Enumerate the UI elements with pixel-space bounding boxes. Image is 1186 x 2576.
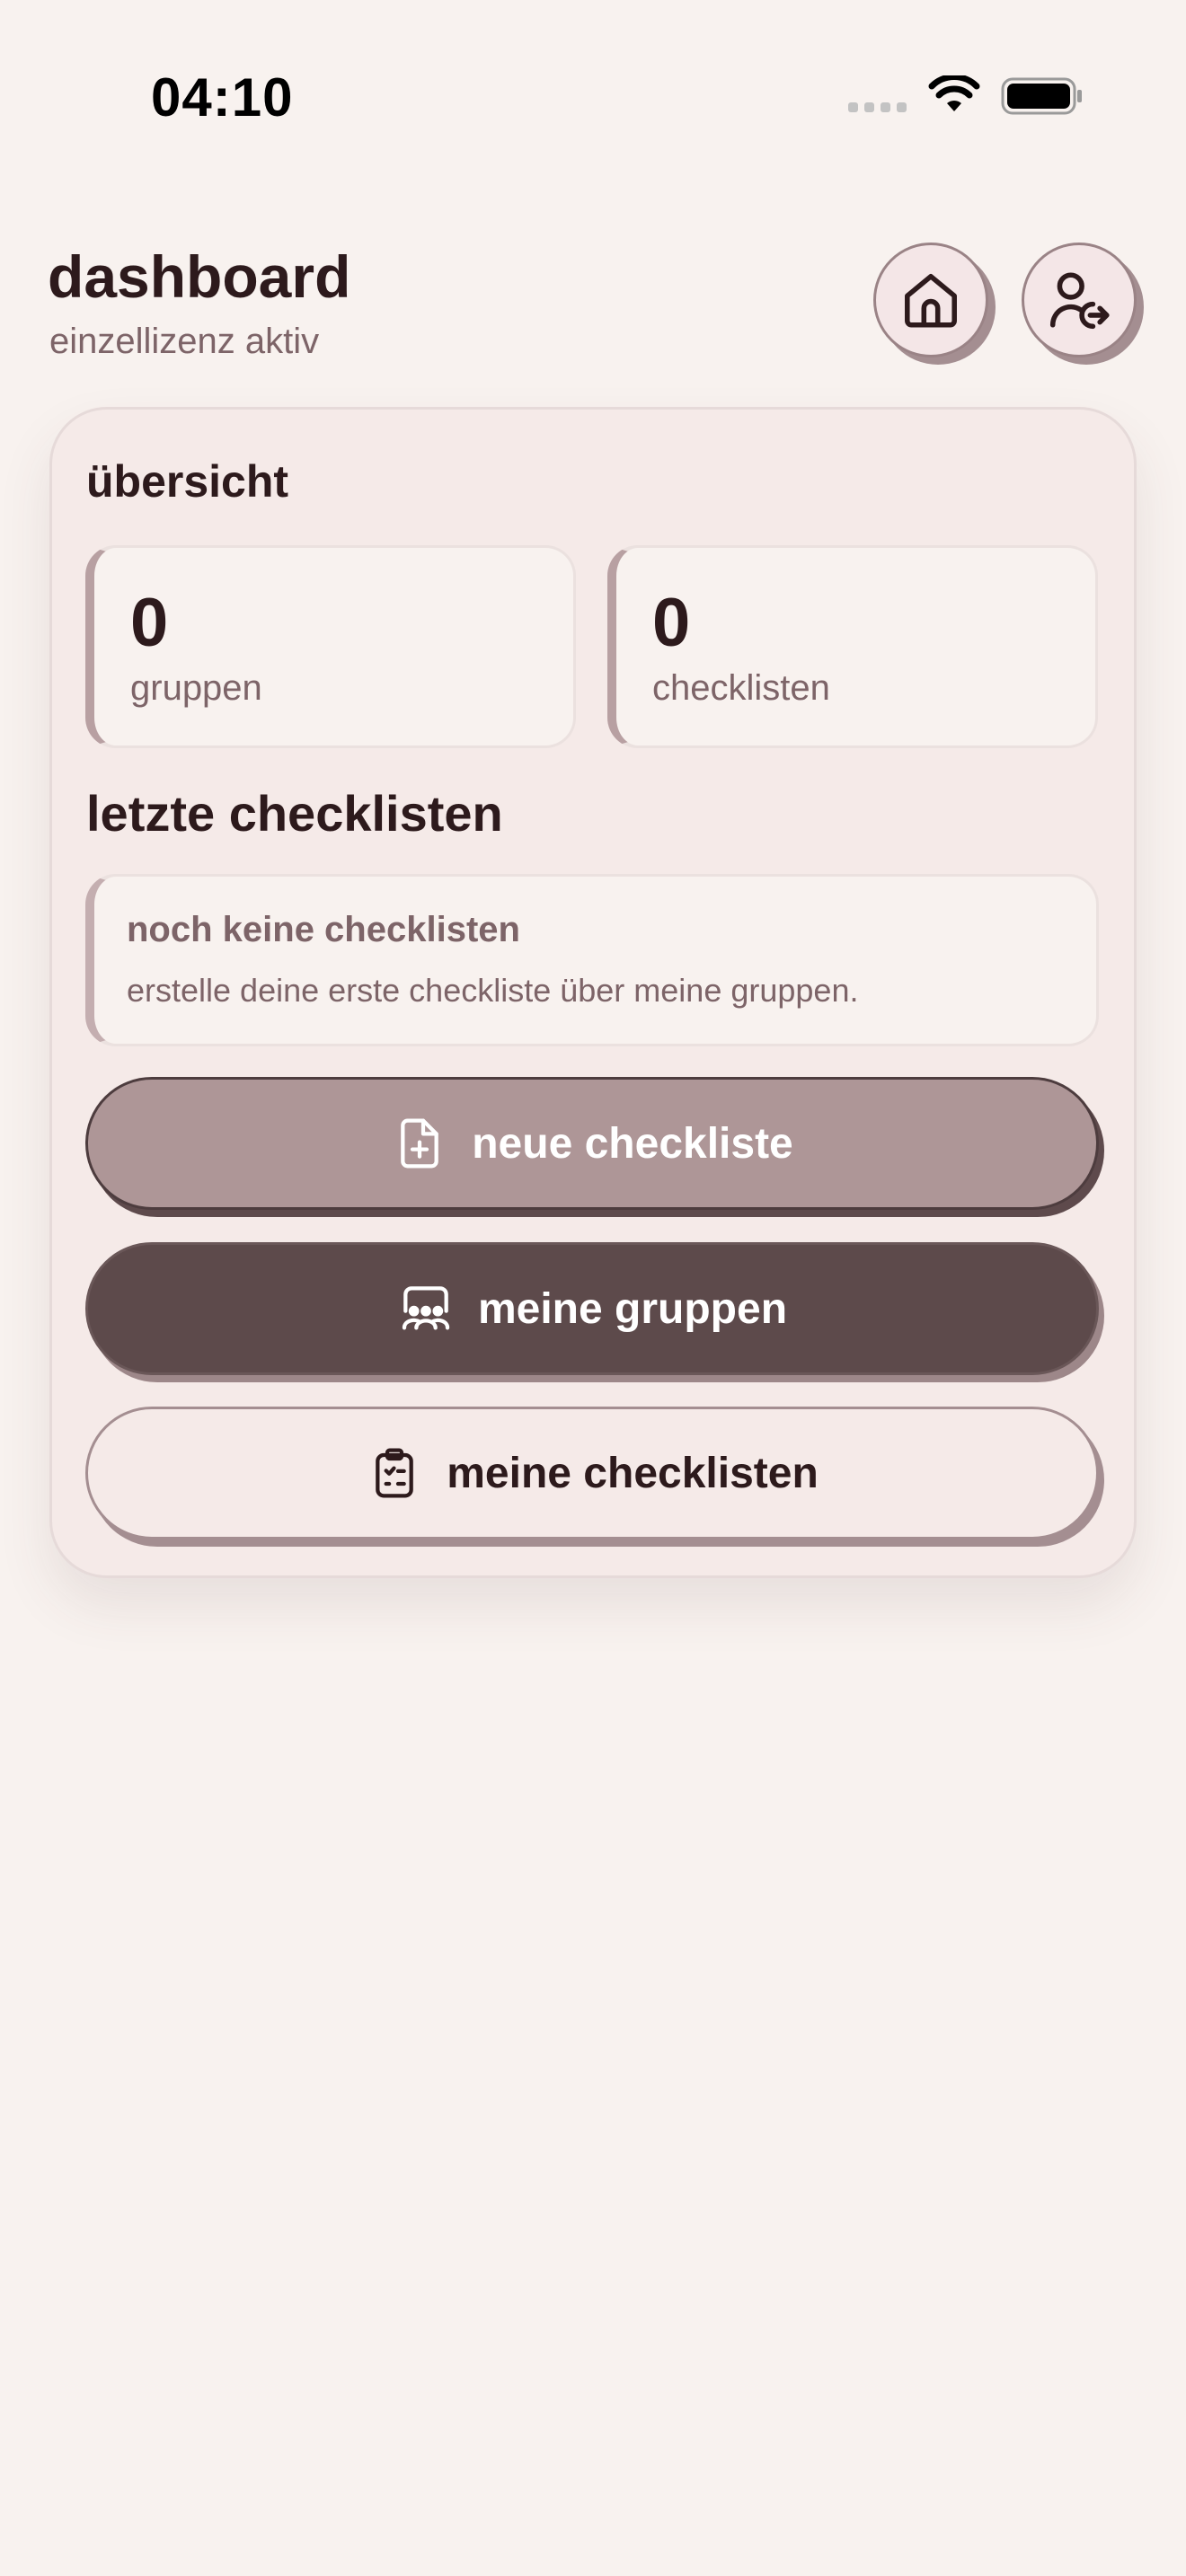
status-time: 04:10 bbox=[151, 67, 294, 128]
wifi-icon bbox=[928, 75, 980, 111]
logout-button[interactable] bbox=[1022, 243, 1137, 357]
license-status: einzellizenz aktiv bbox=[49, 322, 320, 361]
file-plus-icon bbox=[401, 1118, 439, 1169]
user-logout-icon bbox=[1049, 272, 1110, 330]
my-groups-label: meine gruppen bbox=[477, 1284, 788, 1333]
empty-state-card: noch keine checklisten erstelle deine er… bbox=[85, 874, 1099, 1046]
recent-checklists-heading: letzte checklisten bbox=[86, 785, 503, 842]
stat-card-checklists: 0 checklisten bbox=[607, 545, 1098, 748]
home-button[interactable] bbox=[873, 243, 988, 357]
stat-value: 0 bbox=[130, 585, 169, 661]
home-icon bbox=[905, 274, 957, 328]
my-checklists-label: meine checklisten bbox=[447, 1449, 819, 1497]
empty-state-title: noch keine checklisten bbox=[127, 910, 520, 949]
new-checklist-button[interactable]: neue checkliste bbox=[85, 1077, 1099, 1210]
clipboard-list-icon bbox=[376, 1448, 414, 1498]
stat-label: gruppen bbox=[130, 668, 262, 708]
stat-label: checklisten bbox=[652, 668, 830, 708]
groups-icon bbox=[402, 1286, 450, 1330]
new-checklist-label: neue checkliste bbox=[472, 1119, 793, 1168]
empty-state-text: erstelle deine erste checkliste über mei… bbox=[127, 972, 859, 1009]
stat-card-groups: 0 gruppen bbox=[85, 545, 576, 748]
page-title: dashboard bbox=[48, 243, 351, 310]
my-groups-button[interactable]: meine gruppen bbox=[85, 1242, 1099, 1375]
overview-heading: übersicht bbox=[86, 456, 289, 507]
battery-icon bbox=[1001, 77, 1082, 115]
my-checklists-button[interactable]: meine checklisten bbox=[85, 1407, 1099, 1539]
cellular-icon bbox=[848, 102, 907, 112]
stat-value: 0 bbox=[652, 585, 691, 661]
